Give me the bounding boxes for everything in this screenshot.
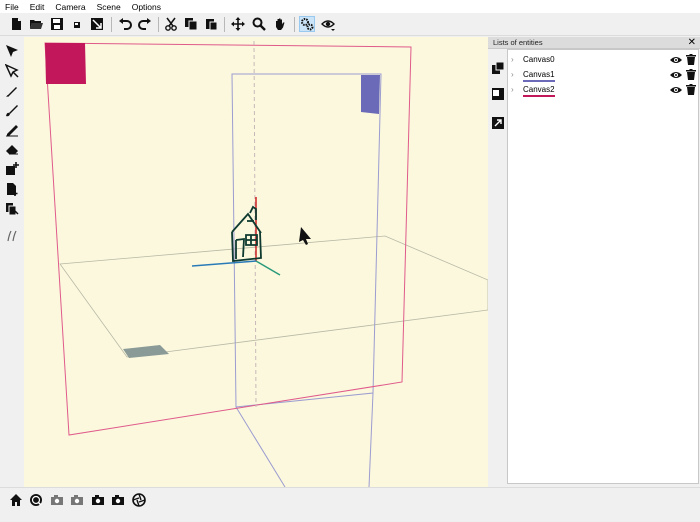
ground-plane	[59, 235, 488, 358]
line-pencil-icon[interactable]	[4, 122, 20, 138]
expand-chevron-icon[interactable]: ›	[511, 85, 514, 94]
cut-icon[interactable]	[163, 16, 179, 32]
menu-file[interactable]: File	[5, 2, 19, 12]
camera-1-icon[interactable]	[49, 492, 65, 508]
entity-name[interactable]: Canvas0	[523, 55, 555, 65]
visibility-eye-icon[interactable]	[670, 85, 682, 95]
camera-reset-icon[interactable]	[28, 492, 44, 508]
app-window: File Edit Camera Scene Options Lists of …	[0, 0, 700, 522]
entity-row-canvas0[interactable]: › Canvas0	[508, 53, 698, 68]
menu-scene[interactable]: Scene	[97, 2, 121, 12]
canvas2-frame	[44, 42, 412, 436]
camera-4-icon[interactable]	[110, 492, 126, 508]
panel-header: Lists of entities ✕	[488, 37, 700, 49]
zoom-icon[interactable]	[251, 16, 267, 32]
menu-bar: File Edit Camera Scene Options	[0, 0, 700, 13]
open-folder-icon[interactable]	[28, 16, 44, 32]
menu-camera[interactable]: Camera	[55, 2, 85, 12]
add-canvas-icon[interactable]	[4, 161, 20, 177]
export-image-icon[interactable]	[89, 16, 105, 32]
move-icon[interactable]	[230, 16, 246, 32]
canvas1-marker	[361, 75, 380, 114]
entity-row-canvas2[interactable]: › Canvas2	[508, 83, 698, 98]
select-sub-arrow-icon[interactable]	[4, 63, 20, 79]
save-icon[interactable]	[49, 16, 65, 32]
copy-entity-icon[interactable]	[491, 61, 505, 75]
expand-chevron-icon[interactable]: ›	[511, 70, 514, 79]
main-toolbar	[0, 13, 700, 36]
scene-settings-icon[interactable]	[299, 16, 315, 32]
axis-z	[255, 260, 281, 276]
canvas1-lower-edges	[235, 392, 374, 487]
duplicate-canvas-icon[interactable]	[4, 201, 20, 217]
3d-viewport[interactable]	[24, 37, 488, 487]
trash-icon[interactable]	[686, 54, 696, 65]
close-icon[interactable]: ✕	[688, 37, 696, 48]
copy-icon[interactable]	[183, 16, 199, 32]
menu-options[interactable]: Options	[132, 2, 161, 12]
stroke-style-icon[interactable]	[4, 228, 20, 244]
paste-entity-icon[interactable]	[491, 87, 505, 101]
save-small-icon[interactable]	[69, 16, 85, 32]
trash-icon[interactable]	[686, 84, 696, 95]
home-icon[interactable]	[8, 492, 24, 508]
eraser-icon[interactable]	[4, 141, 20, 157]
brush-icon[interactable]	[4, 102, 20, 118]
paste-icon[interactable]	[203, 16, 219, 32]
canvas2-marker	[45, 43, 86, 84]
canvas0-marker	[123, 345, 169, 358]
expand-chevron-icon[interactable]: ›	[511, 55, 514, 64]
aperture-icon[interactable]	[131, 492, 147, 508]
entity-name[interactable]: Canvas2	[523, 85, 555, 97]
entity-row-canvas1[interactable]: › Canvas1	[508, 68, 698, 83]
trash-icon[interactable]	[686, 69, 696, 80]
left-tool-column	[0, 37, 24, 487]
select-arrow-icon[interactable]	[4, 43, 20, 59]
panel-side-icons	[488, 49, 507, 487]
entity-list: › Canvas0 › Canvas1 › Canvas2	[507, 49, 699, 484]
view-mode-icon[interactable]	[320, 16, 336, 32]
canvas-from-image-icon[interactable]	[4, 181, 20, 197]
entity-panel: Lists of entities ✕ › Canvas0 › Canvas1 …	[488, 37, 700, 487]
resize-entity-icon[interactable]	[491, 116, 505, 130]
entity-name[interactable]: Canvas1	[523, 70, 555, 82]
axis-x	[191, 260, 257, 267]
camera-3-icon[interactable]	[90, 492, 106, 508]
pan-hand-icon[interactable]	[272, 16, 288, 32]
undo-icon[interactable]	[117, 16, 133, 32]
scene-drawing	[44, 40, 488, 487]
pen-icon[interactable]	[4, 83, 20, 99]
new-file-icon[interactable]	[8, 16, 24, 32]
visibility-eye-icon[interactable]	[670, 70, 682, 80]
menu-edit[interactable]: Edit	[30, 2, 45, 12]
visibility-eye-icon[interactable]	[670, 55, 682, 65]
bottom-toolbar	[0, 487, 700, 522]
redo-icon[interactable]	[137, 16, 153, 32]
camera-2-icon[interactable]	[69, 492, 85, 508]
panel-title: Lists of entities	[493, 38, 543, 47]
